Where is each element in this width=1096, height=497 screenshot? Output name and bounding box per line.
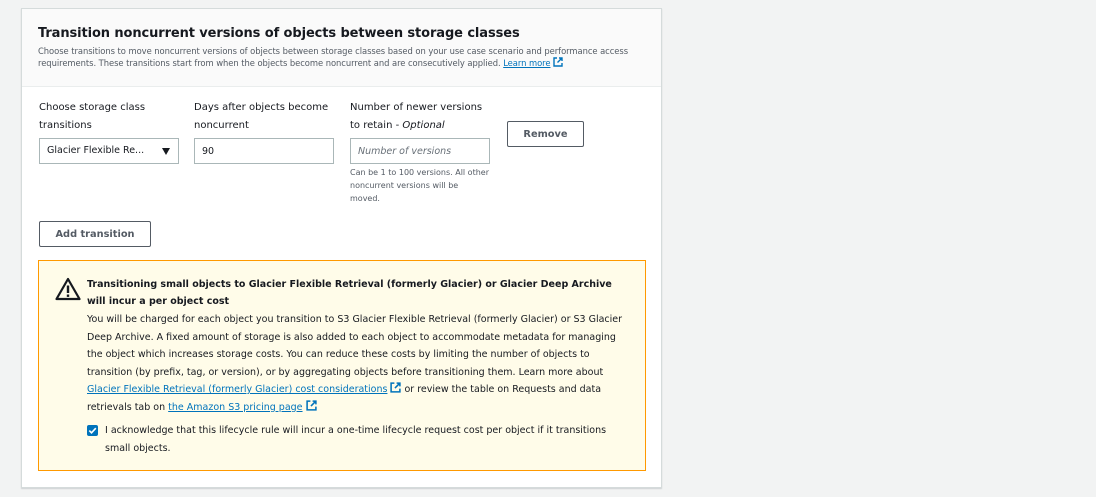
storage-class-value: Glacier Flexible Re... bbox=[47, 145, 145, 156]
optional-tag: Optional bbox=[402, 120, 445, 131]
transition-noncurrent-panel: Transition noncurrent versions of object… bbox=[21, 8, 662, 488]
storage-class-label: Choose storage class transitions bbox=[39, 99, 179, 135]
storage-class-select[interactable]: Glacier Flexible Re... bbox=[39, 138, 179, 164]
panel-description: Choose transitions to move noncurrent ve… bbox=[38, 45, 645, 69]
alert-body-text: You will be charged for each object you … bbox=[87, 314, 623, 378]
days-label-line1: Days after objects become bbox=[194, 102, 329, 113]
alert-title: Transitioning small objects to Glacier F… bbox=[87, 279, 612, 307]
caret-down-icon bbox=[162, 148, 170, 155]
add-transition-button[interactable]: Add transition bbox=[39, 221, 151, 247]
pricing-page-link[interactable]: the Amazon S3 pricing page bbox=[168, 402, 302, 413]
alert-body: You will be charged for each object you … bbox=[87, 311, 627, 416]
checkmark-icon bbox=[88, 427, 97, 434]
versions-input[interactable] bbox=[350, 138, 490, 164]
storage-class-label-line1: Choose storage class bbox=[39, 102, 146, 113]
warning-icon bbox=[55, 277, 81, 301]
versions-label-line1: Number of newer versions bbox=[350, 102, 483, 113]
days-input[interactable] bbox=[194, 138, 334, 164]
acknowledge-checkbox[interactable] bbox=[87, 425, 98, 436]
external-link-icon bbox=[390, 382, 402, 393]
days-label-line2: noncurrent bbox=[194, 120, 249, 131]
versions-label-line2: to retain - Optional bbox=[350, 117, 500, 135]
storage-class-label-line2: transitions bbox=[39, 120, 92, 131]
versions-label-text: to retain - bbox=[350, 120, 403, 131]
versions-label: Number of newer versions to retain - Opt… bbox=[350, 99, 500, 135]
panel-title: Transition noncurrent versions of object… bbox=[38, 26, 520, 41]
days-label: Days after objects become noncurrent bbox=[194, 99, 344, 135]
warning-alert: Transitioning small objects to Glacier F… bbox=[38, 260, 646, 471]
external-link-icon bbox=[553, 57, 564, 67]
learn-more-link[interactable]: Learn more bbox=[503, 58, 550, 68]
acknowledge-label: I acknowledge that this lifecycle rule w… bbox=[105, 425, 607, 454]
acknowledge-row: I acknowledge that this lifecycle rule w… bbox=[87, 422, 607, 458]
external-link-icon bbox=[305, 399, 317, 411]
cost-considerations-link[interactable]: Glacier Flexible Retrieval (formerly Gla… bbox=[87, 384, 387, 395]
panel-header: Transition noncurrent versions of object… bbox=[22, 9, 661, 87]
remove-button[interactable]: Remove bbox=[507, 121, 584, 147]
versions-hint: Can be 1 to 100 versions. All other nonc… bbox=[350, 168, 489, 203]
